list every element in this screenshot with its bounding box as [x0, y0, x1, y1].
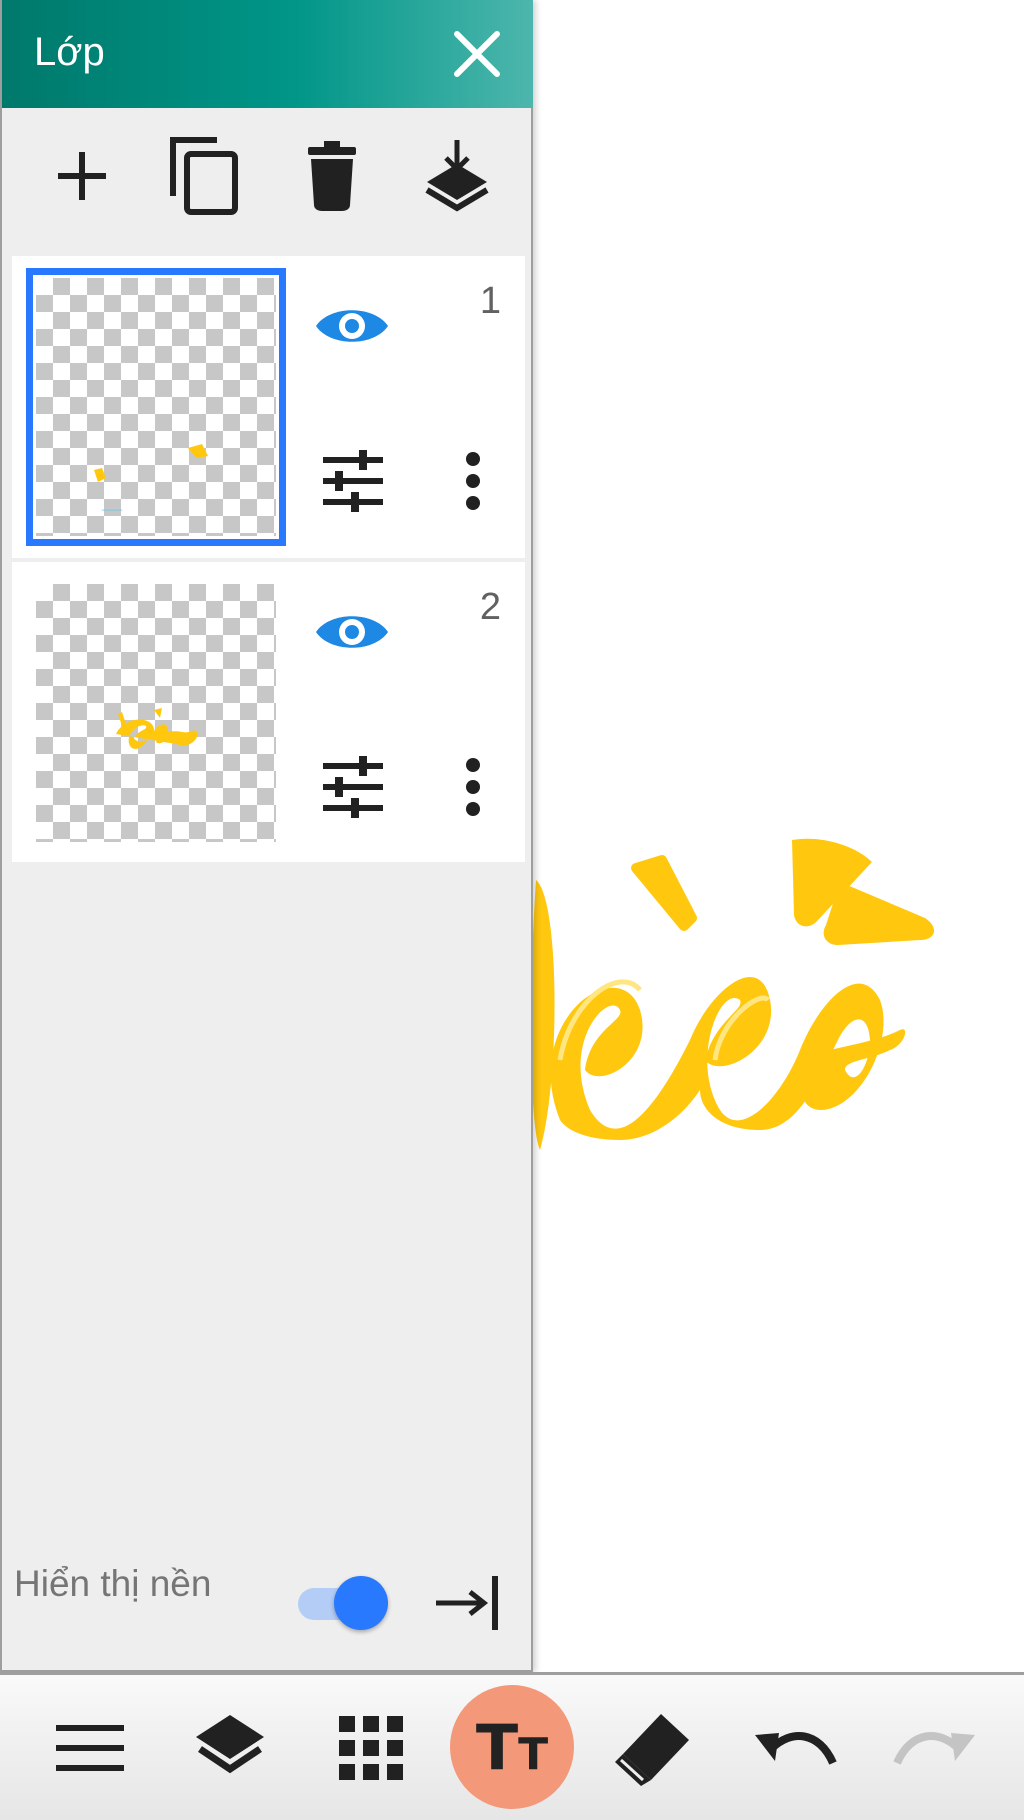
sliders-icon: [323, 450, 383, 512]
layer-more-button[interactable]: [448, 752, 498, 822]
layers-button[interactable]: [175, 1693, 285, 1803]
layers-icon: [196, 1715, 264, 1774]
show-background-toggle[interactable]: [298, 1574, 392, 1632]
layer-row-1[interactable]: ___ 1: [12, 256, 525, 558]
delete-layer-icon: [308, 141, 356, 211]
layer-number: 1: [479, 280, 501, 322]
visibility-toggle[interactable]: [312, 602, 392, 662]
merge-down-icon: [425, 140, 489, 212]
show-background-label: Hiển thị nền: [14, 1563, 212, 1604]
layer-thumbnail[interactable]: [36, 584, 276, 842]
eraser-icon: [615, 1714, 689, 1786]
toggle-knob: [334, 1576, 388, 1630]
grid-button[interactable]: [316, 1693, 426, 1803]
text-tool-letter-small: T: [518, 1728, 549, 1780]
layers-toolbar: [2, 120, 533, 230]
add-layer-icon: [58, 152, 106, 200]
layer-more-button[interactable]: [448, 446, 498, 516]
layer-number: 2: [479, 586, 501, 628]
visibility-toggle[interactable]: [312, 296, 392, 356]
sliders-icon: [323, 756, 383, 818]
layer-thumbnail[interactable]: ___: [26, 268, 286, 546]
eraser-button[interactable]: [598, 1693, 708, 1803]
layer-row-2[interactable]: 2: [12, 562, 525, 862]
redo-icon: [893, 1732, 975, 1765]
undo-button[interactable]: [740, 1693, 850, 1803]
text-tool-letter-large: T: [475, 1710, 519, 1784]
more-vert-icon: [466, 452, 480, 510]
eye-icon: [316, 616, 388, 648]
layer-thumbnail-content: ___: [94, 444, 208, 511]
layer-thumbnail-content: [116, 708, 198, 749]
layers-panel: Lớp ___ 1 2 Hiển thị nền: [0, 0, 533, 1672]
menu-button[interactable]: [35, 1693, 145, 1803]
close-button[interactable]: [449, 26, 505, 82]
duplicate-layer-icon: [170, 137, 238, 215]
undo-icon: [755, 1732, 837, 1765]
eye-icon: [316, 310, 388, 342]
close-icon: [454, 31, 500, 77]
panel-header: Lớp: [2, 0, 533, 108]
redo-button[interactable]: [880, 1693, 990, 1803]
grid-icon: [339, 1716, 403, 1780]
delete-layer-button[interactable]: [292, 136, 372, 216]
svg-text:___: ___: [101, 497, 122, 511]
more-vert-icon: [466, 758, 480, 816]
add-layer-button[interactable]: [42, 136, 122, 216]
layer-adjust-button[interactable]: [318, 752, 388, 822]
arrow-to-right-bar-icon: [436, 1576, 498, 1630]
panel-title: Lớp: [34, 30, 105, 74]
layer-adjust-button[interactable]: [318, 446, 388, 516]
menu-icon: [56, 1725, 124, 1771]
text-tool-button[interactable]: TT: [450, 1685, 574, 1809]
text-tool-icon: TT: [476, 1711, 548, 1784]
collapse-panel-button[interactable]: [432, 1572, 504, 1634]
merge-down-button[interactable]: [417, 136, 497, 216]
bottom-toolbar: TT: [0, 1672, 1024, 1820]
duplicate-layer-button[interactable]: [164, 136, 244, 216]
